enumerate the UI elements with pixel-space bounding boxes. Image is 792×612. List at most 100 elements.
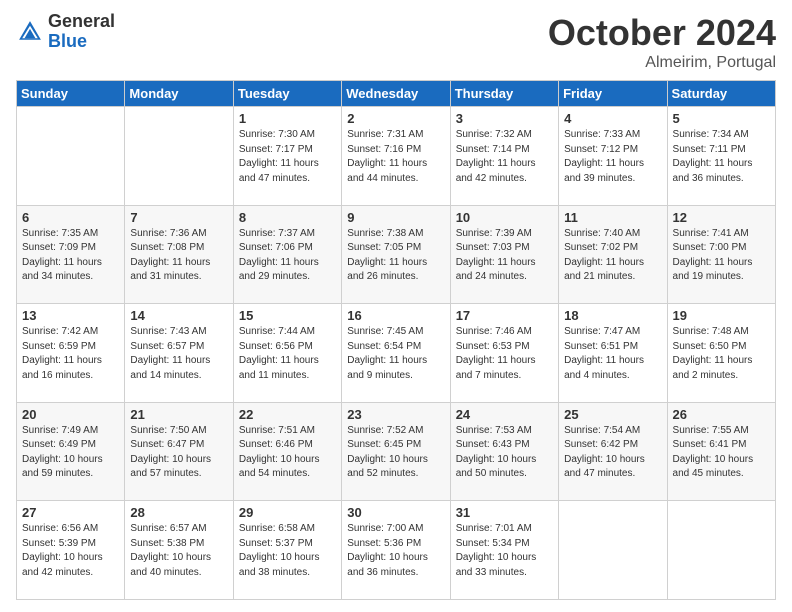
day-number: 10 [456,210,553,225]
col-monday: Monday [125,81,233,107]
table-row: 3 Sunrise: 7:32 AMSunset: 7:14 PMDayligh… [450,107,558,206]
col-thursday: Thursday [450,81,558,107]
table-row: 31 Sunrise: 7:01 AMSunset: 5:34 PMDaylig… [450,501,558,600]
calendar-week-1: 1 Sunrise: 7:30 AMSunset: 7:17 PMDayligh… [17,107,776,206]
logo-blue-text: Blue [48,32,115,52]
table-row: 16 Sunrise: 7:45 AMSunset: 6:54 PMDaylig… [342,304,450,403]
day-info: Sunrise: 7:53 AMSunset: 6:43 PMDaylight:… [456,425,537,480]
day-number: 5 [673,111,770,126]
day-number: 25 [564,407,661,422]
day-info: Sunrise: 7:01 AMSunset: 5:34 PMDaylight:… [456,523,537,578]
calendar-week-2: 6 Sunrise: 7:35 AMSunset: 7:09 PMDayligh… [17,205,776,304]
day-number: 23 [347,407,444,422]
table-row [17,107,125,206]
day-number: 15 [239,308,336,323]
day-info: Sunrise: 6:56 AMSunset: 5:39 PMDaylight:… [22,523,103,578]
table-row: 14 Sunrise: 7:43 AMSunset: 6:57 PMDaylig… [125,304,233,403]
day-number: 17 [456,308,553,323]
day-info: Sunrise: 7:44 AMSunset: 6:56 PMDaylight:… [239,326,319,381]
day-info: Sunrise: 7:00 AMSunset: 5:36 PMDaylight:… [347,523,428,578]
day-info: Sunrise: 7:50 AMSunset: 6:47 PMDaylight:… [130,425,211,480]
table-row: 24 Sunrise: 7:53 AMSunset: 6:43 PMDaylig… [450,402,558,501]
day-number: 18 [564,308,661,323]
day-info: Sunrise: 7:33 AMSunset: 7:12 PMDaylight:… [564,129,644,184]
table-row: 6 Sunrise: 7:35 AMSunset: 7:09 PMDayligh… [17,205,125,304]
day-number: 8 [239,210,336,225]
day-number: 30 [347,505,444,520]
day-number: 6 [22,210,119,225]
day-info: Sunrise: 7:34 AMSunset: 7:11 PMDaylight:… [673,129,753,184]
day-info: Sunrise: 7:46 AMSunset: 6:53 PMDaylight:… [456,326,536,381]
col-tuesday: Tuesday [233,81,341,107]
table-row: 15 Sunrise: 7:44 AMSunset: 6:56 PMDaylig… [233,304,341,403]
day-number: 9 [347,210,444,225]
day-info: Sunrise: 7:54 AMSunset: 6:42 PMDaylight:… [564,425,645,480]
day-info: Sunrise: 7:52 AMSunset: 6:45 PMDaylight:… [347,425,428,480]
calendar-header-row: Sunday Monday Tuesday Wednesday Thursday… [17,81,776,107]
day-info: Sunrise: 7:41 AMSunset: 7:00 PMDaylight:… [673,228,753,283]
day-info: Sunrise: 7:43 AMSunset: 6:57 PMDaylight:… [130,326,210,381]
day-number: 12 [673,210,770,225]
day-info: Sunrise: 7:55 AMSunset: 6:41 PMDaylight:… [673,425,754,480]
day-number: 22 [239,407,336,422]
page: General Blue October 2024 Almeirim, Port… [0,0,792,612]
day-info: Sunrise: 7:32 AMSunset: 7:14 PMDaylight:… [456,129,536,184]
day-info: Sunrise: 7:42 AMSunset: 6:59 PMDaylight:… [22,326,102,381]
table-row: 23 Sunrise: 7:52 AMSunset: 6:45 PMDaylig… [342,402,450,501]
table-row: 12 Sunrise: 7:41 AMSunset: 7:00 PMDaylig… [667,205,775,304]
header: General Blue October 2024 Almeirim, Port… [16,12,776,72]
table-row: 28 Sunrise: 6:57 AMSunset: 5:38 PMDaylig… [125,501,233,600]
table-row: 20 Sunrise: 7:49 AMSunset: 6:49 PMDaylig… [17,402,125,501]
day-number: 3 [456,111,553,126]
table-row: 21 Sunrise: 7:50 AMSunset: 6:47 PMDaylig… [125,402,233,501]
day-info: Sunrise: 7:30 AMSunset: 7:17 PMDaylight:… [239,129,319,184]
table-row: 26 Sunrise: 7:55 AMSunset: 6:41 PMDaylig… [667,402,775,501]
day-info: Sunrise: 7:51 AMSunset: 6:46 PMDaylight:… [239,425,320,480]
table-row: 13 Sunrise: 7:42 AMSunset: 6:59 PMDaylig… [17,304,125,403]
table-row: 22 Sunrise: 7:51 AMSunset: 6:46 PMDaylig… [233,402,341,501]
day-number: 20 [22,407,119,422]
table-row: 10 Sunrise: 7:39 AMSunset: 7:03 PMDaylig… [450,205,558,304]
day-info: Sunrise: 7:39 AMSunset: 7:03 PMDaylight:… [456,228,536,283]
calendar-week-3: 13 Sunrise: 7:42 AMSunset: 6:59 PMDaylig… [17,304,776,403]
day-info: Sunrise: 6:57 AMSunset: 5:38 PMDaylight:… [130,523,211,578]
day-info: Sunrise: 7:45 AMSunset: 6:54 PMDaylight:… [347,326,427,381]
table-row: 30 Sunrise: 7:00 AMSunset: 5:36 PMDaylig… [342,501,450,600]
day-number: 16 [347,308,444,323]
day-number: 11 [564,210,661,225]
day-number: 21 [130,407,227,422]
table-row: 2 Sunrise: 7:31 AMSunset: 7:16 PMDayligh… [342,107,450,206]
logo-general-text: General [48,12,115,32]
logo-text: General Blue [48,12,115,52]
col-wednesday: Wednesday [342,81,450,107]
calendar-week-4: 20 Sunrise: 7:49 AMSunset: 6:49 PMDaylig… [17,402,776,501]
col-saturday: Saturday [667,81,775,107]
table-row: 29 Sunrise: 6:58 AMSunset: 5:37 PMDaylig… [233,501,341,600]
table-row: 27 Sunrise: 6:56 AMSunset: 5:39 PMDaylig… [17,501,125,600]
calendar-week-5: 27 Sunrise: 6:56 AMSunset: 5:39 PMDaylig… [17,501,776,600]
day-number: 1 [239,111,336,126]
table-row: 11 Sunrise: 7:40 AMSunset: 7:02 PMDaylig… [559,205,667,304]
table-row: 17 Sunrise: 7:46 AMSunset: 6:53 PMDaylig… [450,304,558,403]
location-subtitle: Almeirim, Portugal [548,54,776,72]
col-friday: Friday [559,81,667,107]
table-row: 18 Sunrise: 7:47 AMSunset: 6:51 PMDaylig… [559,304,667,403]
logo-icon [16,18,44,46]
table-row: 5 Sunrise: 7:34 AMSunset: 7:11 PMDayligh… [667,107,775,206]
day-info: Sunrise: 7:40 AMSunset: 7:02 PMDaylight:… [564,228,644,283]
table-row: 7 Sunrise: 7:36 AMSunset: 7:08 PMDayligh… [125,205,233,304]
day-info: Sunrise: 7:35 AMSunset: 7:09 PMDaylight:… [22,228,102,283]
day-number: 29 [239,505,336,520]
table-row: 1 Sunrise: 7:30 AMSunset: 7:17 PMDayligh… [233,107,341,206]
day-number: 13 [22,308,119,323]
table-row: 4 Sunrise: 7:33 AMSunset: 7:12 PMDayligh… [559,107,667,206]
day-number: 26 [673,407,770,422]
table-row: 25 Sunrise: 7:54 AMSunset: 6:42 PMDaylig… [559,402,667,501]
day-info: Sunrise: 7:38 AMSunset: 7:05 PMDaylight:… [347,228,427,283]
day-info: Sunrise: 7:49 AMSunset: 6:49 PMDaylight:… [22,425,103,480]
day-info: Sunrise: 6:58 AMSunset: 5:37 PMDaylight:… [239,523,320,578]
table-row: 9 Sunrise: 7:38 AMSunset: 7:05 PMDayligh… [342,205,450,304]
day-number: 2 [347,111,444,126]
day-info: Sunrise: 7:47 AMSunset: 6:51 PMDaylight:… [564,326,644,381]
day-number: 7 [130,210,227,225]
